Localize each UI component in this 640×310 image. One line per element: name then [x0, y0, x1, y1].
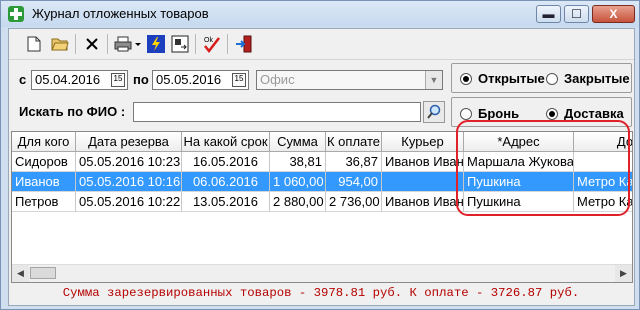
column-header-term[interactable]: На какой срок [182, 132, 270, 152]
search-label: Искать по ФИО : [19, 104, 126, 119]
radio-open-label: Открытые [478, 71, 545, 86]
cell-courier [382, 172, 464, 192]
column-header-reserve-date[interactable]: Дата резерва [76, 132, 182, 152]
cell-to-pay: 954,00 [326, 172, 382, 192]
close-button[interactable]: X [592, 5, 635, 23]
status-group: Открытые Закрытые [451, 63, 632, 93]
address-highlight-annotation [456, 120, 630, 216]
from-date-field[interactable]: 05.04.2016 15 [31, 70, 128, 90]
radio-delivery[interactable]: Доставка [546, 106, 624, 121]
export-icon[interactable] [169, 33, 191, 55]
exit-icon[interactable] [233, 33, 255, 55]
toolbar: Ok [9, 29, 634, 60]
title-bar[interactable]: Журнал отложенных товаров ▬ ☐ X [1, 1, 639, 27]
cell-sum: 38,81 [270, 152, 326, 172]
from-date-value: 05.04.2016 [35, 72, 101, 87]
horizontal-scrollbar[interactable]: ◀ ▶ [12, 264, 632, 282]
cell-reserve-date: 05.05.2016 10:23 [76, 152, 182, 172]
cell-for-whom: Петров [12, 192, 76, 212]
window-title: Журнал отложенных товаров [32, 6, 209, 21]
cell-reserve-date: 05.05.2016 10:22 [76, 192, 182, 212]
radio-closed[interactable]: Закрытые [546, 71, 630, 86]
calendar-icon[interactable]: 15 [232, 73, 246, 87]
open-folder-icon[interactable] [49, 33, 71, 55]
toolbar-separator [75, 34, 76, 54]
cell-to-pay: 2 736,00 [326, 192, 382, 212]
cell-sum: 2 880,00 [270, 192, 326, 212]
column-header-for-whom[interactable]: Для кого [12, 132, 76, 152]
summary-text: Сумма зарезервированных товаров - 3978.8… [62, 286, 580, 300]
radio-booking-indicator [460, 107, 472, 120]
print-icon[interactable] [113, 33, 143, 55]
cell-reserve-date: 05.05.2016 10:16 [76, 172, 182, 192]
app-icon [8, 6, 24, 22]
chevron-down-icon[interactable]: ▼ [425, 71, 442, 89]
toolbar-separator [227, 34, 228, 54]
minimize-button[interactable]: ▬ [536, 5, 561, 23]
cell-term: 13.05.2016 [182, 192, 270, 212]
column-header-courier[interactable]: Курьер [382, 132, 464, 152]
main-window: Журнал отложенных товаров ▬ ☐ X Ok с 05.… [0, 0, 640, 310]
search-button[interactable] [423, 101, 445, 123]
search-name-input[interactable] [133, 102, 421, 122]
svg-text:Ok: Ok [204, 37, 213, 44]
cell-courier: Иванов Иван [382, 192, 464, 212]
scroll-right-icon[interactable]: ▶ [615, 265, 632, 282]
cell-for-whom: Иванов [12, 172, 76, 192]
radio-delivery-label: Доставка [564, 106, 624, 121]
search-icon [427, 104, 441, 119]
cell-sum: 1 060,00 [270, 172, 326, 192]
radio-open[interactable]: Открытые [460, 71, 545, 86]
new-document-icon[interactable] [23, 33, 45, 55]
radio-booking-label: Бронь [478, 106, 520, 121]
lightning-icon[interactable] [145, 33, 167, 55]
column-header-to-pay[interactable]: К оплате [326, 132, 382, 152]
cell-term: 06.06.2016 [182, 172, 270, 192]
cell-to-pay: 36,87 [326, 152, 382, 172]
radio-closed-label: Закрытые [564, 71, 630, 86]
ok-check-icon[interactable]: Ok [201, 33, 223, 55]
to-date-value: 05.05.2016 [156, 72, 222, 87]
radio-open-indicator [460, 72, 472, 85]
maximize-button[interactable]: ☐ [564, 5, 589, 23]
cell-term: 16.05.2016 [182, 152, 270, 172]
scroll-left-icon[interactable]: ◀ [12, 265, 29, 282]
office-combo[interactable]: Офис ▼ [256, 70, 443, 90]
toolbar-separator [195, 34, 196, 54]
to-label: по [133, 72, 149, 87]
cell-courier: Иванов Иван [382, 152, 464, 172]
radio-delivery-indicator [546, 107, 558, 120]
delete-icon[interactable] [81, 33, 103, 55]
cell-for-whom: Сидоров [12, 152, 76, 172]
toolbar-separator [107, 34, 108, 54]
column-header-sum[interactable]: Сумма [270, 132, 326, 152]
to-date-field[interactable]: 05.05.2016 15 [152, 70, 249, 90]
from-label: с [19, 72, 27, 87]
office-placeholder: Офис [260, 72, 295, 87]
calendar-icon[interactable]: 15 [111, 73, 125, 87]
radio-booking[interactable]: Бронь [460, 106, 519, 121]
radio-closed-indicator [546, 72, 558, 85]
scroll-thumb[interactable] [30, 267, 56, 279]
